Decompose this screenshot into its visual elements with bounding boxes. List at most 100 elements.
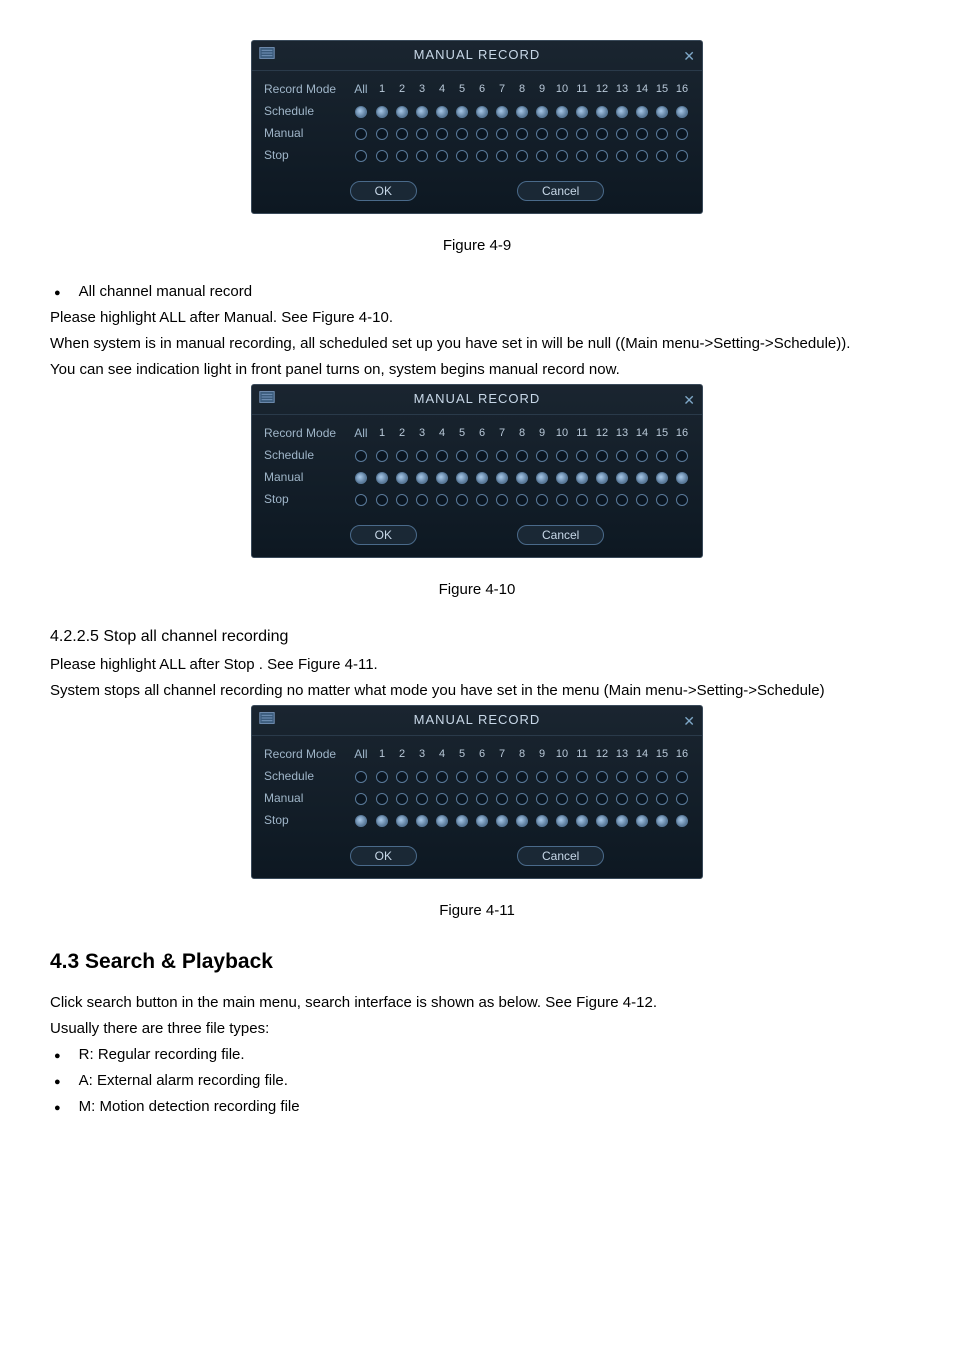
ch-radio[interactable] [514,490,530,509]
ch-radio[interactable] [634,446,650,465]
ch-radio[interactable] [614,124,630,143]
ch-radio[interactable] [574,102,590,121]
ch-radio[interactable] [374,767,390,786]
ch-radio[interactable] [554,124,570,143]
ch-radio[interactable] [674,789,690,808]
ch-radio[interactable] [534,146,550,165]
ch-radio[interactable] [574,468,590,487]
cancel-button[interactable]: Cancel [517,846,604,866]
ch-radio[interactable] [594,446,610,465]
ch-radio[interactable] [454,446,470,465]
ch-radio[interactable] [494,446,510,465]
ch-radio[interactable] [554,468,570,487]
ch-radio[interactable] [614,767,630,786]
ch-radio[interactable] [574,446,590,465]
ch-radio[interactable] [654,767,670,786]
ch-radio[interactable] [414,811,430,830]
ch-radio[interactable] [374,102,390,121]
ch-radio[interactable] [514,468,530,487]
ch-radio[interactable] [454,490,470,509]
ch-radio[interactable] [674,490,690,509]
ch-radio[interactable] [614,446,630,465]
ch-radio[interactable] [374,490,390,509]
ch-radio[interactable] [414,102,430,121]
ch-radio[interactable] [574,811,590,830]
ch-radio[interactable] [434,468,450,487]
ch-radio[interactable] [534,124,550,143]
ch-radio[interactable] [514,446,530,465]
ch-radio[interactable] [654,490,670,509]
ch-radio[interactable] [494,124,510,143]
all-stop-radio[interactable] [348,490,374,509]
ch-radio[interactable] [514,146,530,165]
ch-radio[interactable] [574,124,590,143]
ch-radio[interactable] [674,146,690,165]
ch-radio[interactable] [514,124,530,143]
ch-radio[interactable] [514,102,530,121]
ch-radio[interactable] [454,468,470,487]
ch-radio[interactable] [554,811,570,830]
ch-radio[interactable] [554,146,570,165]
ch-radio[interactable] [434,102,450,121]
ch-radio[interactable] [394,811,410,830]
ch-radio[interactable] [594,767,610,786]
all-manual-radio[interactable] [348,124,374,143]
ch-radio[interactable] [634,124,650,143]
ch-radio[interactable] [454,124,470,143]
ch-radio[interactable] [654,102,670,121]
ch-radio[interactable] [514,789,530,808]
ch-radio[interactable] [494,767,510,786]
ch-radio[interactable] [514,767,530,786]
ch-radio[interactable] [554,789,570,808]
ch-radio[interactable] [414,490,430,509]
all-manual-radio[interactable] [348,468,374,487]
ch-radio[interactable] [614,146,630,165]
ch-radio[interactable] [374,811,390,830]
ch-radio[interactable] [594,468,610,487]
ch-radio[interactable] [654,789,670,808]
ch-radio[interactable] [534,446,550,465]
close-icon[interactable]: ✕ [683,389,696,411]
ok-button[interactable]: OK [350,846,417,866]
ch-radio[interactable] [434,446,450,465]
ch-radio[interactable] [374,789,390,808]
ch-radio[interactable] [394,102,410,121]
ch-radio[interactable] [574,767,590,786]
ch-radio[interactable] [474,767,490,786]
ch-radio[interactable] [614,811,630,830]
all-stop-radio[interactable] [348,811,374,830]
ch-radio[interactable] [674,468,690,487]
ch-radio[interactable] [394,146,410,165]
close-icon[interactable]: ✕ [683,710,696,732]
ch-radio[interactable] [454,767,470,786]
ch-radio[interactable] [534,811,550,830]
ch-radio[interactable] [474,811,490,830]
ch-radio[interactable] [374,446,390,465]
ch-radio[interactable] [414,446,430,465]
ch-radio[interactable] [674,811,690,830]
ch-radio[interactable] [674,124,690,143]
ch-radio[interactable] [494,468,510,487]
ch-radio[interactable] [394,767,410,786]
ch-radio[interactable] [494,102,510,121]
ch-radio[interactable] [594,811,610,830]
ch-radio[interactable] [534,102,550,121]
ch-radio[interactable] [554,102,570,121]
ch-radio[interactable] [494,789,510,808]
ch-radio[interactable] [654,124,670,143]
ch-radio[interactable] [474,102,490,121]
ch-radio[interactable] [494,146,510,165]
ok-button[interactable]: OK [350,181,417,201]
ch-radio[interactable] [454,146,470,165]
ok-button[interactable]: OK [350,525,417,545]
ch-radio[interactable] [594,490,610,509]
ch-radio[interactable] [634,767,650,786]
ch-radio[interactable] [574,146,590,165]
ch-radio[interactable] [474,124,490,143]
all-schedule-radio[interactable] [348,767,374,786]
ch-radio[interactable] [634,789,650,808]
ch-radio[interactable] [654,811,670,830]
ch-radio[interactable] [674,102,690,121]
ch-radio[interactable] [654,468,670,487]
ch-radio[interactable] [634,811,650,830]
